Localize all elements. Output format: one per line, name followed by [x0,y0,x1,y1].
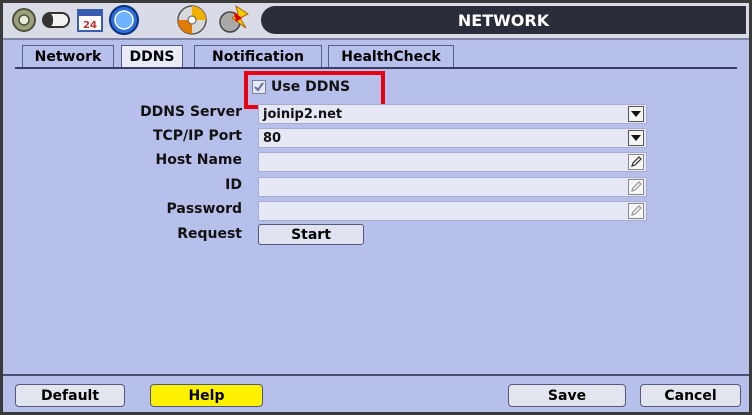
host-name-label: Host Name [155,152,242,168]
tab-healthcheck[interactable]: HealthCheck [328,45,454,67]
footer-divider [3,374,749,376]
password-input[interactable] [258,201,647,221]
checkbox-checked-icon[interactable] [252,80,266,94]
tab-divider [15,67,737,69]
ddns-server-select[interactable]: joinip2.net [258,104,647,124]
id-input[interactable] [258,177,647,197]
camera-icon[interactable] [41,5,71,35]
ddns-server-label: DDNS Server [140,104,242,120]
host-name-input[interactable] [258,152,647,172]
edit-pencil-icon[interactable] [628,203,644,219]
request-label: Request [177,226,242,242]
edit-pencil-icon[interactable] [628,179,644,195]
chevron-down-icon[interactable] [628,130,644,146]
schedule-24-icon[interactable]: 24 [75,5,105,35]
settings-gear-icon[interactable] [9,5,39,35]
page-title: NETWORK [261,6,746,34]
menu-icon-bar: 24 NETWORK [3,3,749,40]
edit-pencil-icon[interactable] [628,154,644,170]
dvr-network-window: 24 NETWORK Network DDNS Notification Hea… [0,0,752,415]
start-button[interactable]: Start [258,224,364,245]
tab-notification[interactable]: Notification [194,45,322,67]
save-button[interactable]: Save [508,384,626,407]
storage-disc-icon[interactable] [175,5,209,35]
password-label: Password [166,201,242,217]
tab-ddns[interactable]: DDNS [121,45,183,67]
svg-text:24: 24 [83,20,97,31]
tcp-port-value: 80 [263,130,282,146]
chevron-down-icon[interactable] [628,106,644,122]
use-ddns-checkbox[interactable]: Use DDNS [252,79,350,95]
help-button[interactable]: Help [150,384,263,407]
ddns-server-value: joinip2.net [263,106,343,122]
cancel-button[interactable]: Cancel [640,384,741,407]
tab-network[interactable]: Network [22,45,114,67]
id-label: ID [225,177,242,193]
tcp-port-select[interactable]: 80 [258,128,647,148]
tcp-port-label: TCP/IP Port [152,128,242,144]
default-button[interactable]: Default [15,384,125,407]
network-globe-icon[interactable] [107,5,141,35]
system-tools-icon[interactable] [215,4,251,35]
use-ddns-label: Use DDNS [271,79,351,95]
